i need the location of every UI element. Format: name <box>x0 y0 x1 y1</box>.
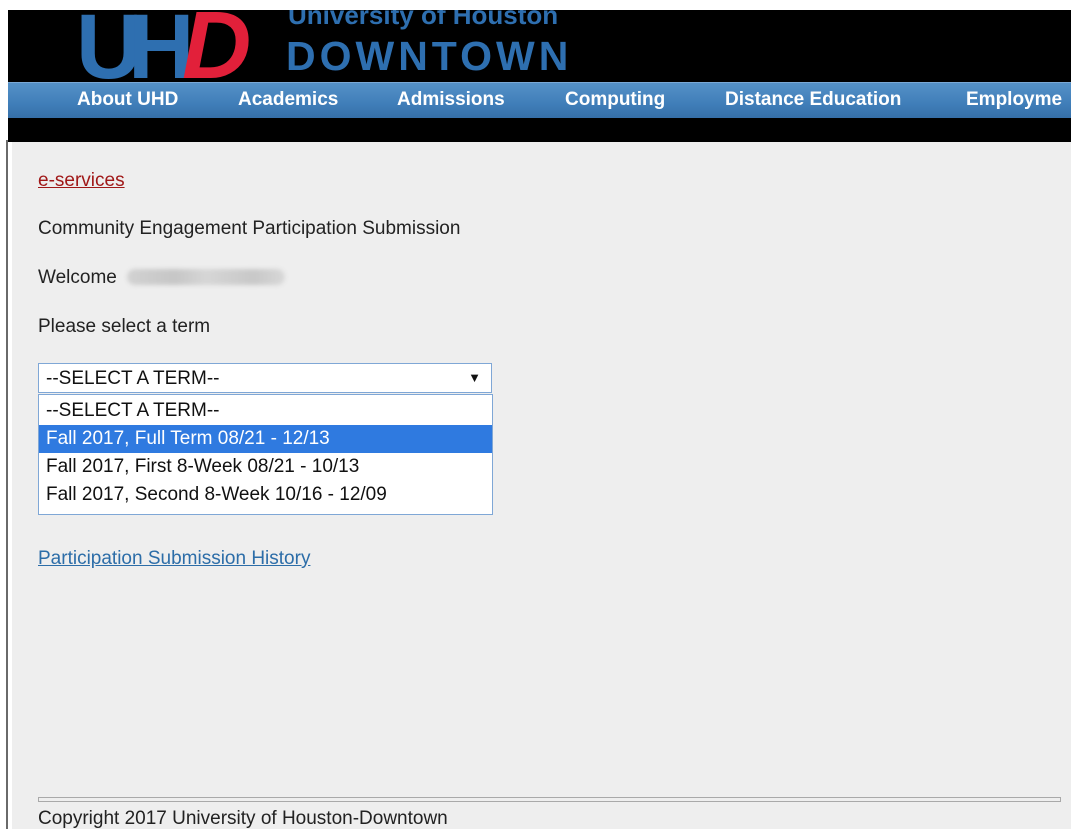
term-option[interactable]: Fall 2017, Second 8-Week 10/16 - 12/09 <box>39 481 492 509</box>
triangle-down-icon: ▼ <box>468 370 481 385</box>
nav-academics[interactable]: Academics <box>238 89 338 111</box>
term-option[interactable]: --SELECT A TERM-- <box>39 397 492 425</box>
nav-sub-bar <box>8 118 1071 142</box>
term-option[interactable]: Fall 2017, First 8-Week 08/21 - 10/13 <box>39 453 492 481</box>
term-dropdown-list: --SELECT A TERM-- Fall 2017, Full Term 0… <box>38 394 493 515</box>
nav-computing[interactable]: Computing <box>565 89 665 111</box>
term-select[interactable]: --SELECT A TERM-- ▼ <box>38 363 492 393</box>
uhd-logo[interactable]: U H D <box>76 10 278 82</box>
nav-admissions[interactable]: Admissions <box>397 89 505 111</box>
term-prompt: Please select a term <box>38 316 211 337</box>
svg-text:D: D <box>182 10 251 82</box>
term-select-value: --SELECT A TERM-- <box>46 368 220 389</box>
redacted-user-name <box>126 269 285 285</box>
campus-line: DOWNTOWN <box>286 33 573 79</box>
nav-employment[interactable]: Employme <box>966 89 1062 111</box>
welcome-line: Welcome <box>38 267 285 289</box>
copyright-text: Copyright 2017 University of Houston-Dow… <box>38 808 448 829</box>
window-border-line <box>6 140 8 829</box>
main-content: e-services Community Engagement Particip… <box>12 142 1071 829</box>
e-services-link[interactable]: e-services <box>38 170 125 192</box>
university-line: University of Houston <box>288 10 559 30</box>
term-option-highlighted[interactable]: Fall 2017, Full Term 08/21 - 12/13 <box>39 425 492 453</box>
footer-divider <box>38 797 1061 802</box>
nav-distance-education[interactable]: Distance Education <box>725 89 901 111</box>
nav-about-uhd[interactable]: About UHD <box>77 89 178 111</box>
site-header: U H D University of Houston DOWNTOWN <box>8 10 1071 82</box>
participation-history-link[interactable]: Participation Submission History <box>38 548 310 570</box>
welcome-label: Welcome <box>38 267 117 288</box>
page-title: Community Engagement Participation Submi… <box>38 218 461 239</box>
main-nav: About UHD Academics Admissions Computing… <box>8 82 1071 119</box>
